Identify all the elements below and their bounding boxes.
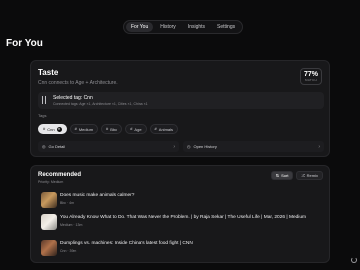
tab-settings[interactable]: Settings: [212, 22, 240, 32]
history-icon: ◷: [187, 144, 191, 149]
chevron-right-icon: ›: [173, 143, 175, 150]
tag-chip-label: Animals: [158, 126, 174, 132]
hash-icon: #: [130, 126, 133, 131]
taste-subtitle: Cnn connects to Age + Architecture.: [38, 80, 118, 86]
article-meta: Bbc · 4m: [60, 201, 75, 205]
tag-chip-age[interactable]: # Age: [125, 124, 147, 134]
article-thumbnail: [41, 240, 57, 256]
tags-label: Tags: [38, 113, 47, 118]
selected-tag-panel: Selected tag: Cnn Connected tags: Age ×1…: [38, 92, 324, 109]
recommended-title: Recommended: [38, 172, 82, 178]
tag-marker-icon: [42, 96, 46, 104]
tag-chips: # Cnn ✕ # Medium # Bbc # Age # Animals: [38, 124, 179, 134]
top-nav: For You History Insights Settings: [123, 20, 244, 34]
list-item[interactable]: Does music make animals calmer? Bbc · 4m: [41, 191, 321, 209]
match-label: MATCH: [305, 78, 317, 82]
taste-card: Taste Cnn connects to Age + Architecture…: [30, 60, 330, 157]
loading-spinner-icon: [351, 257, 357, 263]
go-detail-label: Go Detail: [48, 144, 66, 149]
open-history-label: Open History: [193, 144, 217, 149]
recommended-card: Recommended Priority: Medium ⇅ Sort ⤮ Re…: [30, 165, 330, 263]
recommended-controls: ⇅ Sort ⤮ Remix: [270, 171, 323, 180]
go-detail-button[interactable]: ◎ Go Detail ›: [38, 141, 179, 152]
tag-chip-cnn[interactable]: # Cnn ✕: [38, 124, 67, 134]
remove-tag-icon[interactable]: ✕: [56, 126, 62, 132]
list-item[interactable]: You Already Know What to Do. That Was Ne…: [41, 213, 321, 231]
hash-icon: #: [154, 126, 157, 131]
tab-history[interactable]: History: [155, 22, 181, 32]
hash-icon: #: [43, 126, 46, 131]
connected-tags-text: Connected tags: Age ×1, Architecture ×1,…: [53, 102, 148, 106]
remix-button[interactable]: ⤮ Remix: [296, 171, 323, 180]
article-title: Dumplings vs. machines: Inside China's l…: [60, 241, 193, 246]
open-history-button[interactable]: ◷ Open History ›: [183, 141, 324, 152]
article-thumbnail: [41, 214, 57, 230]
selected-tag-title: Selected tag: Cnn: [53, 95, 93, 101]
tag-chip-label: Age: [134, 126, 142, 132]
tag-chip-label: Bbc: [110, 126, 118, 132]
hash-icon: #: [74, 126, 77, 131]
hash-icon: #: [106, 126, 109, 131]
list-item[interactable]: Dumplings vs. machines: Inside China's l…: [41, 239, 321, 257]
tag-chip-medium[interactable]: # Medium: [69, 124, 99, 134]
sort-button[interactable]: ⇅ Sort: [270, 171, 294, 180]
match-badge: 77% MATCH: [300, 68, 322, 85]
taste-actions: ◎ Go Detail › ◷ Open History ›: [38, 141, 324, 152]
recommended-subtitle: Priority: Medium: [38, 180, 64, 184]
tab-insights[interactable]: Insights: [183, 22, 210, 32]
article-meta: Cnn · 39m: [60, 249, 77, 253]
article-thumbnail: [41, 192, 57, 208]
match-value: 77%: [303, 71, 318, 78]
shuffle-icon: ⤮: [301, 173, 305, 178]
article-meta: Medium · 13m: [60, 223, 83, 227]
sort-label: Sort: [281, 173, 289, 178]
article-title: You Already Know What to Do. That Was Ne…: [60, 215, 307, 220]
tag-chip-bbc[interactable]: # Bbc: [101, 124, 123, 134]
tag-chip-label: Cnn: [47, 126, 55, 132]
page-title: For You: [6, 38, 43, 49]
target-icon: ◎: [42, 144, 46, 149]
sort-icon: ⇅: [275, 173, 280, 178]
taste-title: Taste: [38, 68, 59, 77]
chevron-right-icon: ›: [318, 143, 320, 150]
article-title: Does music make animals calmer?: [60, 193, 135, 198]
tag-chip-animals[interactable]: # Animals: [149, 124, 179, 134]
remix-label: Remix: [306, 173, 318, 178]
tag-chip-label: Medium: [78, 126, 94, 132]
tab-for-you[interactable]: For You: [126, 22, 154, 32]
